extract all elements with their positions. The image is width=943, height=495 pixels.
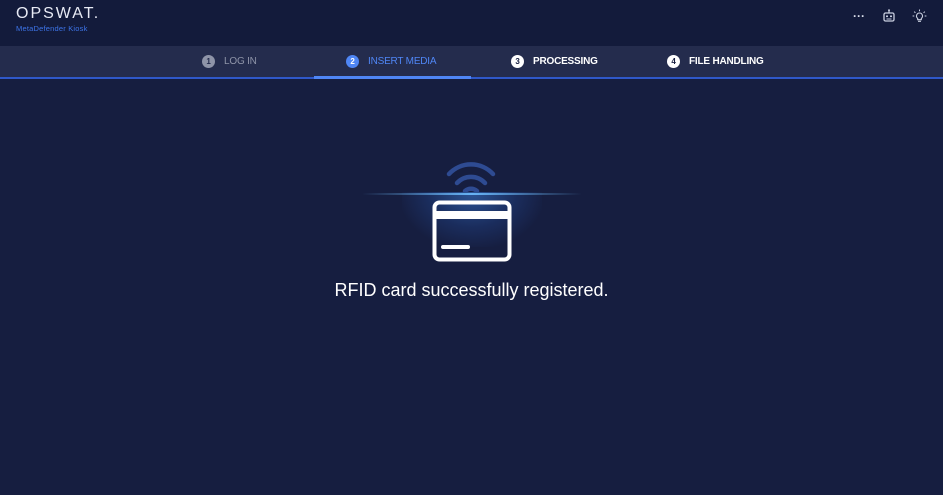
lightbulb-icon[interactable] — [911, 8, 927, 24]
more-dots-icon[interactable]: ··· — [851, 8, 867, 24]
step-label: LOG IN — [224, 56, 257, 67]
more-dots-label: ··· — [853, 9, 865, 23]
step-file-handling[interactable]: 4 FILE HANDLING — [667, 46, 764, 77]
status-message: RFID card successfully registered. — [334, 280, 609, 300]
robot-icon[interactable] — [881, 8, 897, 24]
progress-stepper: 1 LOG IN 2 INSERT MEDIA 3 PROCESSING 4 F… — [0, 46, 943, 79]
step-number: 1 — [202, 55, 215, 68]
header-tools: ··· — [851, 8, 927, 24]
kiosk-app: OPSWAT. MetaDefender Kiosk ··· 1 LOG IN … — [0, 0, 943, 495]
lightbulb-icon-graphic — [912, 9, 926, 22]
step-number: 3 — [511, 55, 524, 68]
step-label: INSERT MEDIA — [368, 56, 437, 67]
rfid-signal-icon — [446, 162, 496, 192]
step-number: 2 — [346, 55, 359, 68]
main-content: RFID card successfully registered. — [0, 79, 943, 495]
step-label: PROCESSING — [533, 56, 598, 67]
robot-icon-graphic — [883, 9, 895, 22]
step-processing[interactable]: 3 PROCESSING — [511, 46, 598, 77]
brand-name: OPSWAT. — [16, 5, 101, 22]
step-label: FILE HANDLING — [689, 56, 764, 67]
step-number: 4 — [667, 55, 680, 68]
step-log-in[interactable]: 1 LOG IN — [202, 46, 257, 77]
rfid-card-icon — [432, 200, 512, 262]
brand-logo: OPSWAT. MetaDefender Kiosk — [16, 5, 100, 34]
step-insert-media[interactable]: 2 INSERT MEDIA — [346, 46, 437, 77]
product-name: MetaDefender Kiosk — [16, 24, 88, 33]
reader-glow-line — [362, 193, 582, 195]
app-header: OPSWAT. MetaDefender Kiosk ··· — [0, 0, 943, 46]
